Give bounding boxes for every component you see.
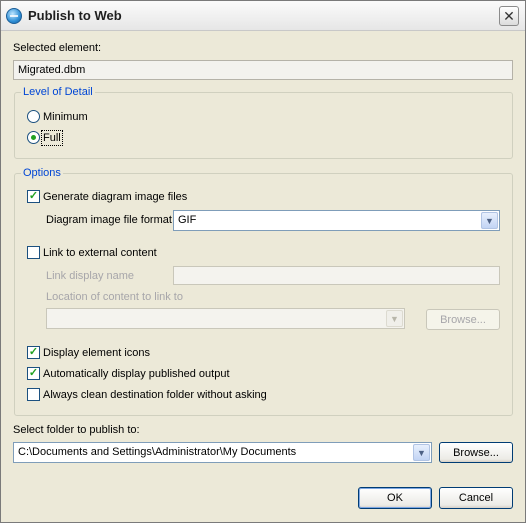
checkmark-icon: ✓ <box>28 190 39 202</box>
publish-to-web-dialog: Publish to Web ✕ Selected element: Migra… <box>0 0 526 523</box>
generate-images-label: Generate diagram image files <box>43 190 188 203</box>
location-select[interactable]: ▼ <box>46 308 405 329</box>
auto-display-check[interactable]: ✓ <box>27 367 40 380</box>
chevron-down-icon[interactable]: ▼ <box>386 310 403 327</box>
cancel-button[interactable]: Cancel <box>439 487 513 509</box>
ok-button[interactable]: OK <box>358 487 432 509</box>
chevron-down-icon[interactable]: ▼ <box>413 444 430 461</box>
checkmark-icon: ✓ <box>28 367 39 379</box>
radio-full[interactable]: Full <box>27 129 63 146</box>
radio-minimum-label: Minimum <box>43 110 88 123</box>
location-label: Location of content to link to <box>46 291 183 303</box>
globe-icon <box>6 8 22 24</box>
cancel-label: Cancel <box>458 492 494 504</box>
checkmark-icon: ✓ <box>28 346 39 358</box>
publish-folder-browse-button[interactable]: Browse... <box>439 442 513 463</box>
window-title: Publish to Web <box>28 8 122 23</box>
radio-full-button[interactable] <box>27 131 40 144</box>
radio-full-label: Full <box>41 129 63 146</box>
always-clean-check[interactable] <box>27 388 40 401</box>
display-icons-check[interactable]: ✓ <box>27 346 40 359</box>
publish-folder-label: Select folder to publish to: <box>13 424 140 436</box>
auto-display-label: Automatically display published output <box>43 367 230 380</box>
selected-element-value: Migrated.dbm <box>18 64 86 76</box>
publish-folder-select[interactable]: C:\Documents and Settings\Administrator\… <box>13 442 432 463</box>
link-display-name-label: Link display name <box>46 270 135 282</box>
location-browse-button[interactable]: Browse... <box>426 309 500 330</box>
close-icon: ✕ <box>503 8 515 24</box>
auto-display-checkbox[interactable]: ✓ Automatically display published output <box>27 367 230 380</box>
level-of-detail-group <box>14 92 513 159</box>
selected-element-label: Selected element: <box>13 42 102 54</box>
image-format-select[interactable]: GIF ▼ <box>173 210 500 231</box>
image-format-label: Diagram image file format <box>46 214 172 226</box>
ok-label: OK <box>387 492 403 504</box>
display-icons-label: Display element icons <box>43 346 150 359</box>
link-display-name-field[interactable] <box>173 266 500 285</box>
radio-minimum[interactable]: Minimum <box>27 110 88 123</box>
publish-folder-value: C:\Documents and Settings\Administrator\… <box>18 446 297 458</box>
always-clean-label: Always clean destination folder without … <box>43 388 267 401</box>
radio-selected-dot <box>31 135 36 140</box>
selected-element-field: Migrated.dbm <box>13 60 513 80</box>
link-external-checkbox[interactable]: Link to external content <box>27 246 157 259</box>
generate-images-check[interactable]: ✓ <box>27 190 40 203</box>
title-bar[interactable]: Publish to Web ✕ <box>1 1 525 31</box>
display-icons-checkbox[interactable]: ✓ Display element icons <box>27 346 150 359</box>
options-legend: Options <box>21 167 63 179</box>
level-of-detail-legend: Level of Detail <box>21 86 95 98</box>
link-external-check[interactable] <box>27 246 40 259</box>
radio-minimum-button[interactable] <box>27 110 40 123</box>
always-clean-checkbox[interactable]: Always clean destination folder without … <box>27 388 267 401</box>
publish-folder-browse-label: Browse... <box>453 446 499 459</box>
generate-images-checkbox[interactable]: ✓ Generate diagram image files <box>27 190 187 203</box>
location-browse-label: Browse... <box>440 313 486 326</box>
chevron-down-icon[interactable]: ▼ <box>481 212 498 229</box>
close-button[interactable]: ✕ <box>499 6 519 26</box>
link-external-label: Link to external content <box>43 246 157 259</box>
image-format-value: GIF <box>178 214 197 226</box>
